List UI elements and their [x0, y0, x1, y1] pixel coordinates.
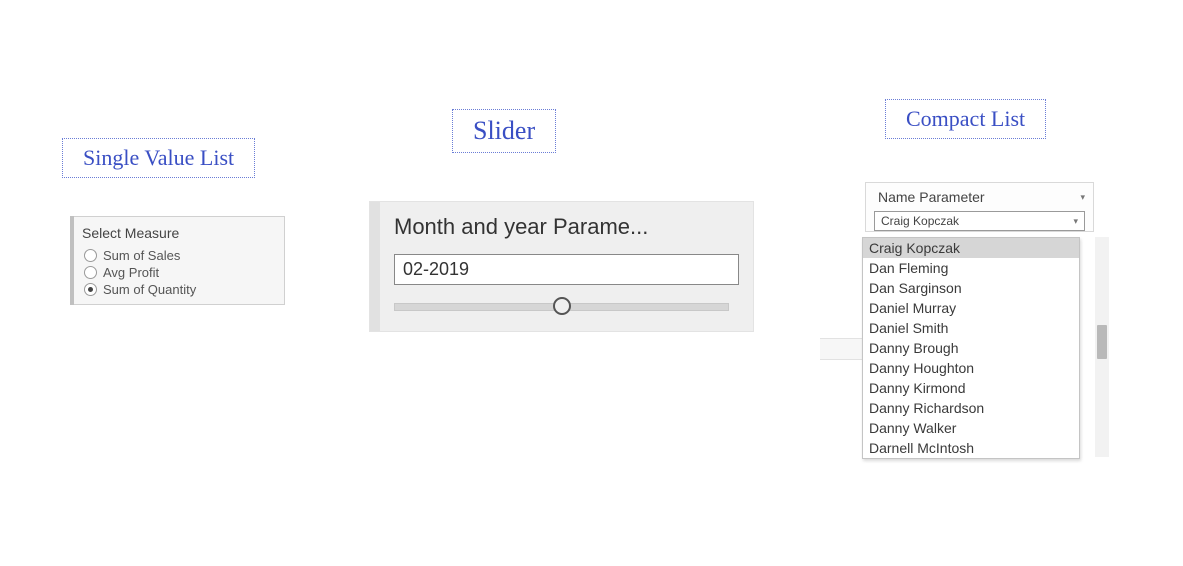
- list-item[interactable]: Danny Walker: [863, 418, 1079, 438]
- list-item[interactable]: Darnell McIntosh: [863, 438, 1079, 458]
- decoration-strip: [820, 338, 864, 360]
- radio-icon: [84, 249, 97, 262]
- annotation-slider: Slider: [452, 109, 556, 153]
- list-item[interactable]: Dan Sarginson: [863, 278, 1079, 298]
- radio-option-sum-of-sales[interactable]: Sum of Sales: [74, 247, 284, 264]
- slider-title: Month and year Parame...: [394, 214, 739, 240]
- list-item[interactable]: Danny Kirmond: [863, 378, 1079, 398]
- compact-list-select[interactable]: Craig Kopczak ▾: [874, 211, 1085, 231]
- chevron-down-icon[interactable]: ▾: [1080, 192, 1085, 203]
- list-item[interactable]: Danny Brough: [863, 338, 1079, 358]
- radio-icon: [84, 283, 97, 296]
- radio-icon: [84, 266, 97, 279]
- compact-list-title: Name Parameter: [878, 189, 985, 205]
- slider-thumb[interactable]: [553, 297, 571, 315]
- list-item[interactable]: Danny Houghton: [863, 358, 1079, 378]
- slider-panel: Month and year Parame... 02-2019: [369, 201, 754, 332]
- list-item[interactable]: Daniel Murray: [863, 298, 1079, 318]
- slider-track[interactable]: [394, 299, 729, 313]
- radio-label: Sum of Sales: [103, 248, 180, 263]
- annotation-single-value-list: Single Value List: [62, 138, 255, 178]
- list-item[interactable]: Craig Kopczak: [863, 238, 1079, 258]
- annotation-compact-list: Compact List: [885, 99, 1046, 139]
- list-item[interactable]: Dan Fleming: [863, 258, 1079, 278]
- compact-list-title-row: Name Parameter ▾: [866, 183, 1093, 209]
- scrollbar-thumb[interactable]: [1097, 325, 1107, 359]
- compact-list-selected-value: Craig Kopczak: [881, 214, 959, 228]
- list-item[interactable]: Danny Richardson: [863, 398, 1079, 418]
- chevron-down-icon: ▾: [1073, 216, 1078, 227]
- radio-option-avg-profit[interactable]: Avg Profit: [74, 264, 284, 281]
- radio-label: Sum of Quantity: [103, 282, 196, 297]
- compact-list-dropdown: Craig Kopczak Dan Fleming Dan Sarginson …: [862, 237, 1080, 459]
- scrollbar[interactable]: [1095, 237, 1109, 457]
- radio-label: Avg Profit: [103, 265, 159, 280]
- single-value-list-panel: Select Measure Sum of Sales Avg Profit S…: [70, 216, 285, 305]
- list-item[interactable]: Daniel Smith: [863, 318, 1079, 338]
- slider-value-input[interactable]: 02-2019: [394, 254, 739, 285]
- single-value-list-title: Select Measure: [74, 223, 284, 247]
- compact-list-panel: Name Parameter ▾ Craig Kopczak ▾ Craig K…: [865, 182, 1094, 232]
- radio-option-sum-of-quantity[interactable]: Sum of Quantity: [74, 281, 284, 298]
